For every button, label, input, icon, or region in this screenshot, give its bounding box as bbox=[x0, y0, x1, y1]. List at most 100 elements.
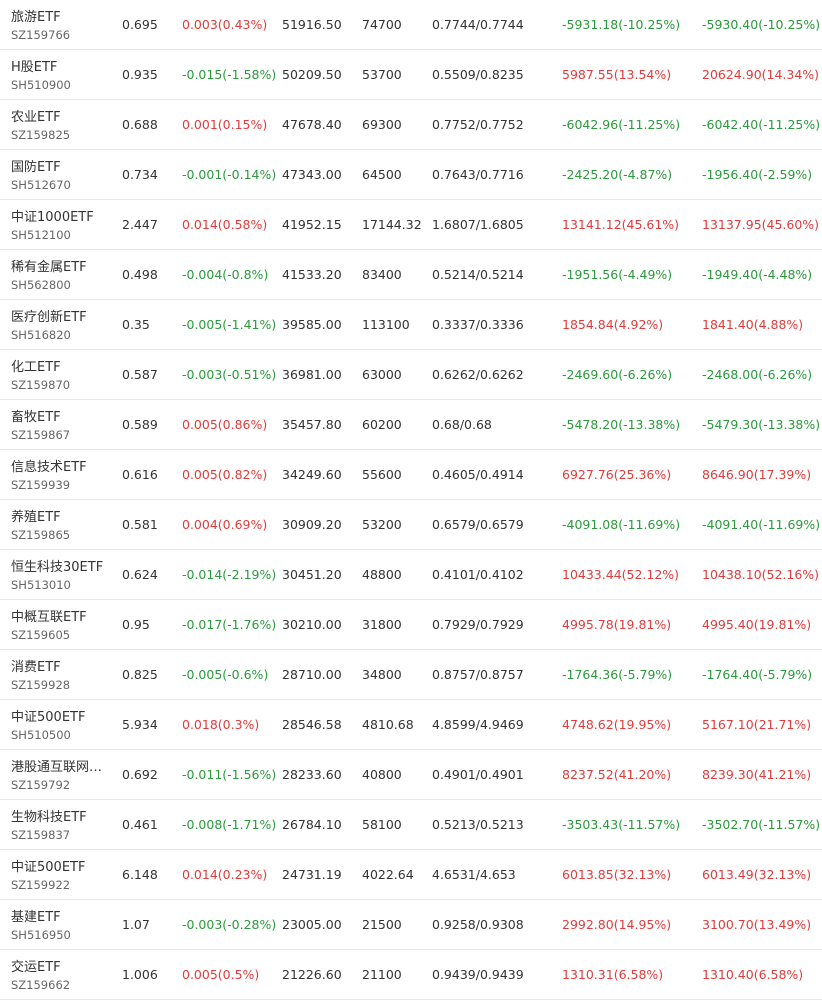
table-row[interactable]: H股ETF SH510900 0.935 -0.015(-1.58%) 50209.50… bbox=[0, 50, 822, 100]
profit-loss: -6042.96(-11.25%) bbox=[562, 117, 681, 132]
holding-quantity: 4022.64 bbox=[362, 867, 414, 882]
fund-cell[interactable]: 港股通互联网… SZ159792 bbox=[11, 750, 111, 799]
profit-loss: -4091.08(-11.69%) bbox=[562, 517, 681, 532]
fund-cell[interactable]: 养殖ETF SZ159865 bbox=[11, 500, 111, 549]
fund-cell[interactable]: 中证500ETF SZ159922 bbox=[11, 850, 111, 899]
table-row[interactable]: 基建ETF SH516950 1.07 -0.003(-0.28%) 23005.00 2… bbox=[0, 900, 822, 950]
fund-cell[interactable]: 旅游ETF SZ159766 bbox=[11, 0, 111, 49]
fund-code: SZ159662 bbox=[11, 978, 71, 992]
fund-code: SZ159766 bbox=[11, 28, 71, 42]
profit-loss-total: 20624.90(14.34%) bbox=[702, 67, 820, 82]
holding-quantity: 21100 bbox=[362, 967, 402, 982]
fund-code: SH512670 bbox=[11, 178, 71, 192]
table-row[interactable]: 稀有金属ETF SH562800 0.498 -0.004(-0.8%) 41533.2… bbox=[0, 250, 822, 300]
fund-name[interactable]: 农业ETF bbox=[11, 106, 61, 125]
price-change: -0.001(-0.14%) bbox=[182, 167, 277, 182]
holding-quantity: 53200 bbox=[362, 517, 402, 532]
fund-cell[interactable]: 化工ETF SZ159870 bbox=[11, 350, 111, 399]
table-row[interactable]: 化工ETF SZ159870 0.587 -0.003(-0.51%) 36981.00… bbox=[0, 350, 822, 400]
fund-name[interactable]: 交运ETF bbox=[11, 956, 61, 975]
table-row[interactable]: 畜牧ETF SZ159867 0.589 0.005(0.86%) 35457.80 60… bbox=[0, 400, 822, 450]
fund-name[interactable]: 消费ETF bbox=[11, 656, 61, 675]
fund-cell[interactable]: 交运ETF SZ159662 bbox=[11, 950, 111, 999]
holding-quantity: 63000 bbox=[362, 367, 402, 382]
profit-loss: 5987.55(13.54%) bbox=[562, 67, 672, 82]
cost-price: 0.5213/0.5213 bbox=[432, 817, 524, 832]
fund-name[interactable]: 旅游ETF bbox=[11, 6, 61, 25]
fund-name[interactable]: 养殖ETF bbox=[11, 506, 61, 525]
cost-price: 0.7744/0.7744 bbox=[432, 17, 524, 32]
fund-name[interactable]: 稀有金属ETF bbox=[11, 256, 87, 275]
fund-name[interactable]: H股ETF bbox=[11, 56, 57, 75]
fund-cell[interactable]: 生物科技ETF SZ159837 bbox=[11, 800, 111, 849]
current-price: 1.07 bbox=[122, 917, 150, 932]
price-change: -0.004(-0.8%) bbox=[182, 267, 269, 282]
fund-name[interactable]: 港股通互联网… bbox=[11, 756, 102, 775]
fund-cell[interactable]: 中概互联ETF SZ159605 bbox=[11, 600, 111, 649]
fund-name[interactable]: 化工ETF bbox=[11, 356, 61, 375]
market-value: 26784.10 bbox=[282, 817, 342, 832]
fund-name[interactable]: 信息技术ETF bbox=[11, 456, 87, 475]
fund-cell[interactable]: 基建ETF SH516950 bbox=[11, 900, 111, 949]
holding-quantity: 74700 bbox=[362, 17, 402, 32]
fund-name[interactable]: 中概互联ETF bbox=[11, 606, 87, 625]
table-row[interactable]: 旅游ETF SZ159766 0.695 0.003(0.43%) 51916.50 74… bbox=[0, 0, 822, 50]
fund-name[interactable]: 基建ETF bbox=[11, 906, 61, 925]
table-row[interactable]: 农业ETF SZ159825 0.688 0.001(0.15%) 47678.40 69… bbox=[0, 100, 822, 150]
table-row[interactable]: 医疗创新ETF SH516820 0.35 -0.005(-1.41%) 39585.0… bbox=[0, 300, 822, 350]
fund-cell[interactable]: 国防ETF SH512670 bbox=[11, 150, 111, 199]
profit-loss-total: 13137.95(45.60%) bbox=[702, 217, 820, 232]
market-value: 51916.50 bbox=[282, 17, 342, 32]
profit-loss: -1764.36(-5.79%) bbox=[562, 667, 673, 682]
profit-loss: 6927.76(25.36%) bbox=[562, 467, 672, 482]
profit-loss-total: -5930.40(-10.25%) bbox=[702, 17, 821, 32]
fund-code: SZ159870 bbox=[11, 378, 71, 392]
fund-cell[interactable]: 畜牧ETF SZ159867 bbox=[11, 400, 111, 449]
profit-loss-total: -3502.70(-11.57%) bbox=[702, 817, 821, 832]
fund-name[interactable]: 医疗创新ETF bbox=[11, 306, 87, 325]
cost-price: 0.4605/0.4914 bbox=[432, 467, 524, 482]
table-row[interactable]: 消费ETF SZ159928 0.825 -0.005(-0.6%) 28710.00 3… bbox=[0, 650, 822, 700]
fund-cell[interactable]: H股ETF SH510900 bbox=[11, 50, 111, 99]
price-change: 0.001(0.15%) bbox=[182, 117, 268, 132]
fund-cell[interactable]: 稀有金属ETF SH562800 bbox=[11, 250, 111, 299]
profit-loss-total: 6013.49(32.13%) bbox=[702, 867, 812, 882]
fund-name[interactable]: 恒生科技30ETF bbox=[11, 556, 103, 575]
fund-cell[interactable]: 信息技术ETF SZ159939 bbox=[11, 450, 111, 499]
table-row[interactable]: 信息技术ETF SZ159939 0.616 0.005(0.82%) 34249.60… bbox=[0, 450, 822, 500]
table-row[interactable]: 交运ETF SZ159662 1.006 0.005(0.5%) 21226.60 211… bbox=[0, 950, 822, 1000]
current-price: 0.35 bbox=[122, 317, 150, 332]
table-row[interactable]: 恒生科技30ETF SH513010 0.624 -0.014(-2.19%) 3045… bbox=[0, 550, 822, 600]
table-row[interactable]: 生物科技ETF SZ159837 0.461 -0.008(-1.71%) 26784.… bbox=[0, 800, 822, 850]
fund-cell[interactable]: 中证500ETF SH510500 bbox=[11, 700, 111, 749]
market-value: 28546.58 bbox=[282, 717, 342, 732]
fund-name[interactable]: 生物科技ETF bbox=[11, 806, 87, 825]
fund-cell[interactable]: 中证1000ETF SH512100 bbox=[11, 200, 111, 249]
table-row[interactable]: 养殖ETF SZ159865 0.581 0.004(0.69%) 30909.20 53… bbox=[0, 500, 822, 550]
price-change: -0.003(-0.28%) bbox=[182, 917, 277, 932]
profit-loss: 2992.80(14.95%) bbox=[562, 917, 672, 932]
fund-code: SZ159865 bbox=[11, 528, 71, 542]
fund-cell[interactable]: 农业ETF SZ159825 bbox=[11, 100, 111, 149]
fund-code: SH562800 bbox=[11, 278, 71, 292]
fund-code: SZ159792 bbox=[11, 778, 71, 792]
table-row[interactable]: 中证500ETF SH510500 5.934 0.018(0.3%) 28546.58… bbox=[0, 700, 822, 750]
holding-quantity: 31800 bbox=[362, 617, 402, 632]
table-row[interactable]: 国防ETF SH512670 0.734 -0.001(-0.14%) 47343.00… bbox=[0, 150, 822, 200]
fund-cell[interactable]: 消费ETF SZ159928 bbox=[11, 650, 111, 699]
table-row[interactable]: 中证500ETF SZ159922 6.148 0.014(0.23%) 24731.1… bbox=[0, 850, 822, 900]
table-row[interactable]: 中概互联ETF SZ159605 0.95 -0.017(-1.76%) 30210.0… bbox=[0, 600, 822, 650]
fund-name[interactable]: 中证1000ETF bbox=[11, 206, 94, 225]
holding-quantity: 64500 bbox=[362, 167, 402, 182]
table-row[interactable]: 中证1000ETF SH512100 2.447 0.014(0.58%) 41952.… bbox=[0, 200, 822, 250]
current-price: 0.461 bbox=[122, 817, 158, 832]
cost-price: 0.6262/0.6262 bbox=[432, 367, 524, 382]
fund-name[interactable]: 国防ETF bbox=[11, 156, 61, 175]
fund-cell[interactable]: 恒生科技30ETF SH513010 bbox=[11, 550, 111, 599]
fund-name[interactable]: 畜牧ETF bbox=[11, 406, 61, 425]
table-row[interactable]: 港股通互联网… SZ159792 0.692 -0.011(-1.56%) 28233.… bbox=[0, 750, 822, 800]
fund-name[interactable]: 中证500ETF bbox=[11, 856, 85, 875]
fund-cell[interactable]: 医疗创新ETF SH516820 bbox=[11, 300, 111, 349]
fund-code: SZ159837 bbox=[11, 828, 71, 842]
fund-name[interactable]: 中证500ETF bbox=[11, 706, 85, 725]
